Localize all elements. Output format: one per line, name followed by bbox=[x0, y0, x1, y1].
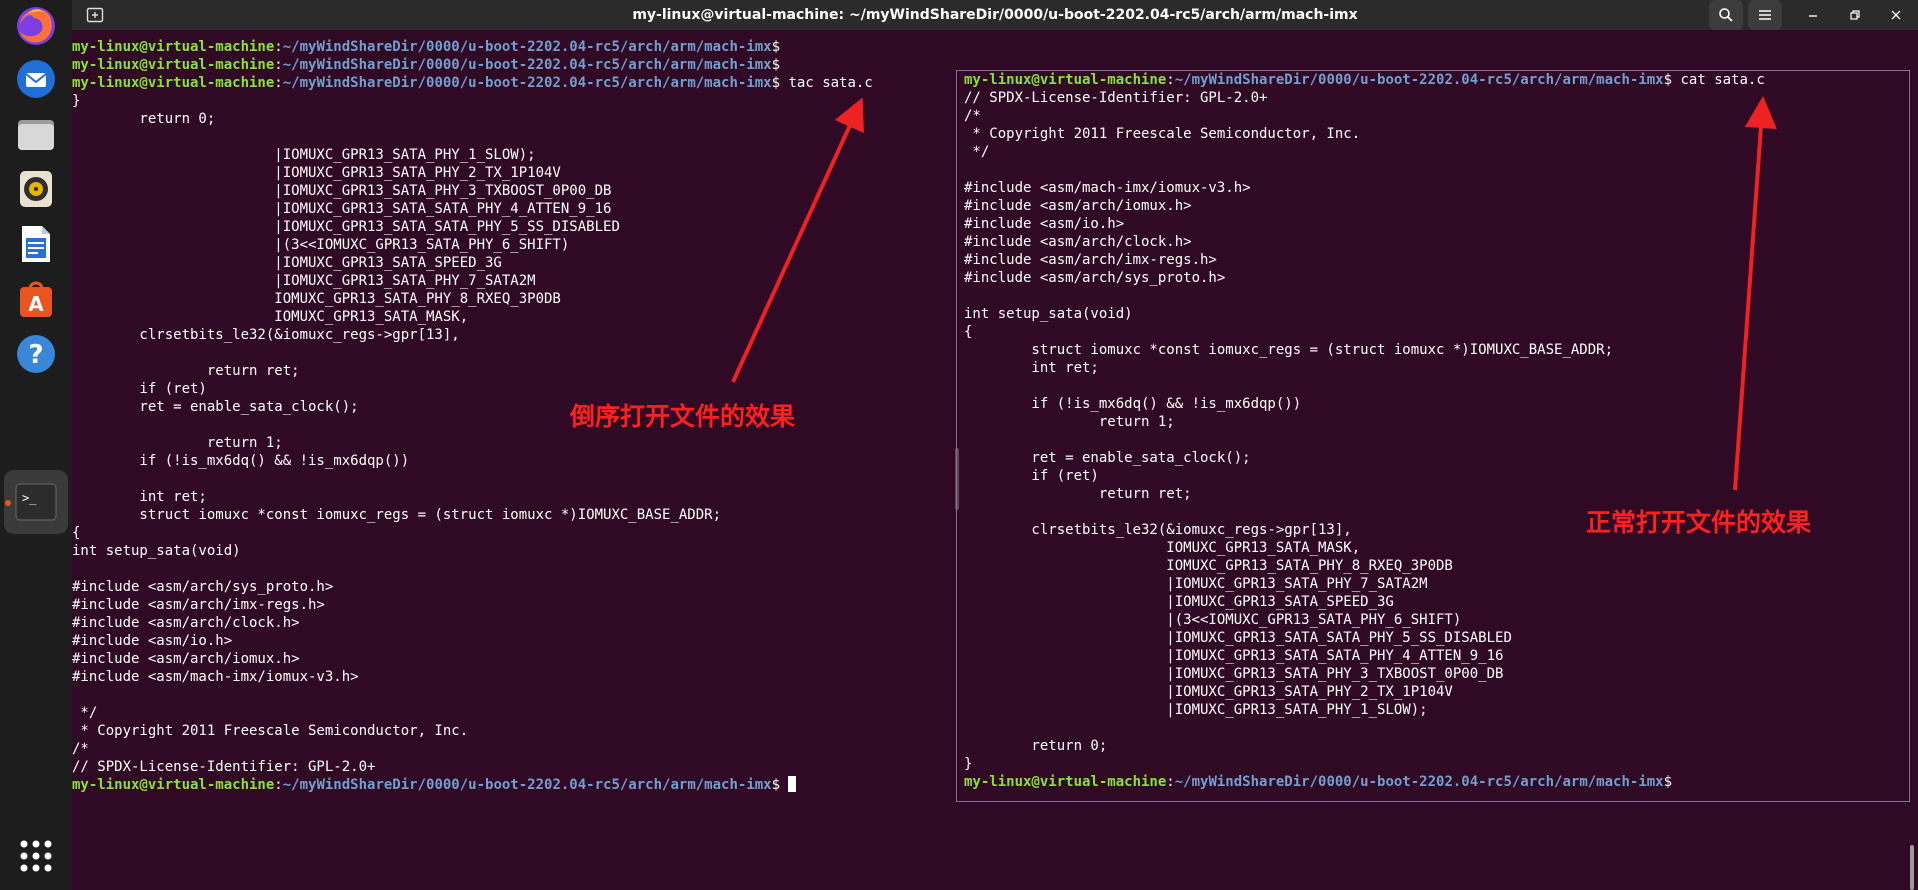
terminal-pane-left[interactable]: my-linux@virtual-machine:~/myWindShareDi… bbox=[72, 38, 952, 808]
cat-output: // SPDX-License-Identifier: GPL-2.0+ /* … bbox=[964, 90, 1614, 772]
rhythmbox-icon[interactable] bbox=[12, 165, 60, 213]
libreoffice-writer-icon[interactable] bbox=[12, 220, 60, 268]
prompt-path: ~/myWindShareDir/0000/u-boot-2202.04-rc5… bbox=[1174, 72, 1664, 88]
minimize-button[interactable] bbox=[1798, 0, 1828, 30]
svg-text:?: ? bbox=[28, 340, 43, 370]
scrollbar[interactable] bbox=[1910, 845, 1914, 890]
help-icon[interactable]: ? bbox=[12, 330, 60, 378]
svg-text:>_: >_ bbox=[22, 491, 37, 505]
tac-output: } return 0; |IOMUXC_GPR13_SATA_PHY_1_SLO… bbox=[72, 93, 722, 775]
close-icon bbox=[1891, 10, 1901, 20]
text-cursor bbox=[788, 776, 797, 792]
prompt-line-cat: my-linux@virtual-machine:~/myWindShareDi… bbox=[964, 72, 1765, 88]
minimize-icon bbox=[1809, 15, 1817, 17]
prompt-user: my-linux@virtual-machine bbox=[72, 777, 275, 793]
prompt-path: ~/myWindShareDir/0000/u-boot-2202.04-rc5… bbox=[282, 57, 772, 73]
prompt-line: my-linux@virtual-machine:~/myWindShareDi… bbox=[72, 39, 781, 55]
prompt-line: my-linux@virtual-machine:~/myWindShareDi… bbox=[72, 57, 781, 73]
thunderbird-icon[interactable] bbox=[12, 55, 60, 103]
svg-text:A: A bbox=[28, 292, 44, 316]
files-icon[interactable] bbox=[12, 110, 60, 158]
search-button[interactable] bbox=[1709, 0, 1743, 30]
prompt-path: ~/myWindShareDir/0000/u-boot-2202.04-rc5… bbox=[282, 75, 772, 91]
annotation-right-label: 正常打开文件的效果 bbox=[1586, 508, 1812, 537]
software-center-icon[interactable]: A bbox=[12, 275, 60, 323]
prompt-line-final: my-linux@virtual-machine:~/myWindShareDi… bbox=[964, 774, 1673, 790]
menu-button[interactable] bbox=[1748, 0, 1782, 30]
apps-grid-icon[interactable] bbox=[12, 832, 60, 880]
firefox-icon[interactable] bbox=[12, 2, 60, 50]
dock: A ? >_ bbox=[0, 0, 72, 890]
terminal-pane-right[interactable]: my-linux@virtual-machine:~/myWindShareDi… bbox=[956, 70, 1910, 802]
cat-command: cat sata.c bbox=[1672, 72, 1765, 88]
tac-command: tac sata.c bbox=[780, 75, 873, 91]
terminal-icon[interactable]: >_ bbox=[12, 478, 60, 526]
prompt-path: ~/myWindShareDir/0000/u-boot-2202.04-rc5… bbox=[282, 39, 772, 55]
prompt-line-tac: my-linux@virtual-machine:~/myWindShareDi… bbox=[72, 75, 873, 91]
window-title: my-linux@virtual-machine: ~/myWindShareD… bbox=[632, 7, 1358, 23]
maximize-button[interactable] bbox=[1840, 0, 1870, 30]
annotation-left-label: 倒序打开文件的效果 bbox=[570, 402, 796, 431]
window-headerbar[interactable]: my-linux@virtual-machine: ~/myWindShareD… bbox=[72, 0, 1918, 30]
close-button[interactable] bbox=[1881, 0, 1911, 30]
prompt-path: ~/myWindShareDir/0000/u-boot-2202.04-rc5… bbox=[282, 777, 772, 793]
prompt-user: my-linux@virtual-machine bbox=[72, 57, 275, 73]
restore-icon bbox=[1850, 10, 1860, 20]
prompt-line-active: my-linux@virtual-machine:~/myWindShareDi… bbox=[72, 776, 952, 794]
prompt-user: my-linux@virtual-machine bbox=[72, 75, 275, 91]
prompt-user: my-linux@virtual-machine bbox=[964, 774, 1167, 790]
prompt-user: my-linux@virtual-machine bbox=[72, 39, 275, 55]
hamburger-menu-icon bbox=[1759, 10, 1771, 20]
prompt-path: ~/myWindShareDir/0000/u-boot-2202.04-rc5… bbox=[1174, 774, 1664, 790]
search-icon bbox=[1719, 8, 1733, 22]
prompt-user: my-linux@virtual-machine bbox=[964, 72, 1167, 88]
running-indicator bbox=[5, 500, 11, 506]
